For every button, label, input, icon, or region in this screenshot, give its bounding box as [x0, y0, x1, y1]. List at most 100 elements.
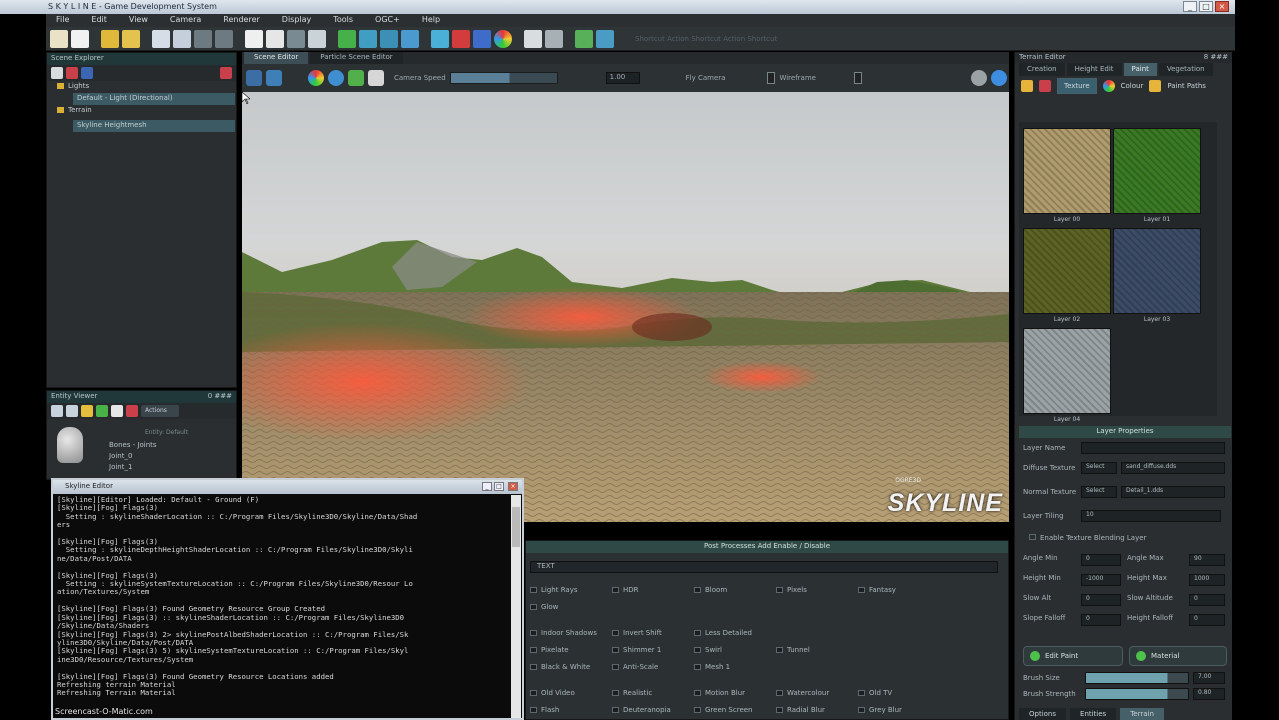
diffuse-select-button[interactable]: Select — [1081, 462, 1117, 474]
layer-name-input[interactable] — [1081, 442, 1225, 454]
option-checkbox[interactable] — [530, 707, 537, 713]
field-input[interactable]: 0 — [1081, 594, 1121, 606]
globe-icon[interactable] — [328, 70, 344, 86]
load-entity-icon[interactable] — [66, 405, 78, 417]
grid-icon[interactable] — [246, 70, 262, 86]
3d-viewport[interactable]: OGRE3D SKYLINE — [242, 92, 1009, 522]
option-checkbox[interactable] — [858, 707, 865, 713]
option-checkbox[interactable] — [530, 690, 537, 696]
menu-file[interactable]: File — [56, 15, 69, 27]
brush-size-input[interactable]: 7.00 — [1193, 672, 1225, 684]
option-checkbox[interactable] — [612, 690, 619, 696]
option-checkbox[interactable] — [694, 707, 701, 713]
document-icon[interactable] — [111, 405, 123, 417]
option-tunnel[interactable]: Tunnel — [776, 643, 858, 657]
brush-size-slider[interactable] — [1085, 672, 1189, 684]
scrollbar-thumb[interactable] — [512, 507, 520, 547]
option-pixels[interactable]: Pixels — [776, 583, 858, 597]
option-checkbox[interactable] — [776, 587, 783, 593]
texture-field[interactable]: TEXT — [530, 561, 998, 573]
menu-edit[interactable]: Edit — [91, 15, 107, 27]
color-icon[interactable] — [308, 70, 324, 86]
wireframe-checkbox[interactable] — [853, 72, 862, 84]
render-icon[interactable] — [452, 29, 470, 48]
option-radial-blur[interactable]: Radial Blur — [776, 703, 858, 717]
option-watercolour[interactable]: Watercolour — [776, 686, 858, 700]
tab-creation[interactable]: Creation — [1019, 63, 1065, 76]
minimize-button[interactable]: _ — [1183, 1, 1197, 12]
add-icon[interactable] — [991, 70, 1007, 86]
fly-camera-checkbox[interactable] — [767, 72, 776, 84]
actions-button[interactable]: Actions — [141, 405, 179, 417]
option-less-detailed[interactable]: Less Detailed — [694, 626, 776, 640]
option-pixelate[interactable]: Pixelate — [530, 643, 612, 657]
align-icon[interactable] — [401, 29, 419, 48]
option-invert-shift[interactable]: Invert Shift — [612, 626, 694, 640]
tiling-select[interactable]: 10 — [1081, 510, 1221, 522]
field-input[interactable]: 0 — [1081, 554, 1121, 566]
console-close-button[interactable]: × — [508, 482, 518, 491]
field-input[interactable]: 90 — [1189, 554, 1225, 566]
field-input[interactable]: -1000 — [1081, 574, 1121, 586]
option-hdr[interactable]: HDR — [612, 583, 694, 597]
tab-vegetation[interactable]: Vegetation — [1158, 63, 1213, 76]
texture-swatch[interactable] — [1023, 328, 1111, 414]
option-indoor-shadows[interactable]: Indoor Shadows — [530, 626, 612, 640]
brush-icon[interactable] — [1021, 80, 1033, 92]
export-icon[interactable] — [575, 29, 593, 48]
option-checkbox[interactable] — [776, 647, 783, 653]
option-bloom[interactable]: Bloom — [694, 583, 776, 597]
remove-entity-icon[interactable] — [126, 405, 138, 417]
open-icon[interactable] — [122, 29, 140, 48]
menu-tools[interactable]: Tools — [333, 15, 353, 27]
diffuse-texture-field[interactable]: sand_diffuse.dds — [1121, 462, 1225, 474]
console-maximize-button[interactable]: □ — [494, 482, 504, 491]
copy-icon[interactable] — [245, 29, 263, 48]
normal-select-button[interactable]: Select — [1081, 486, 1117, 498]
tab-height-edit[interactable]: Height Edit — [1066, 63, 1122, 76]
console-minimize-button[interactable]: _ — [482, 482, 492, 491]
redo-icon[interactable] — [215, 29, 233, 48]
close-button[interactable]: × — [1215, 1, 1229, 12]
option-anti-scale[interactable]: Anti-Scale — [612, 660, 694, 674]
material-button[interactable]: Material — [1129, 646, 1227, 666]
option-swirl[interactable]: Swirl — [694, 643, 776, 657]
option-checkbox[interactable] — [776, 690, 783, 696]
edit-paint-button[interactable]: Edit Paint — [1023, 646, 1123, 666]
fullscreen-icon[interactable] — [266, 70, 282, 86]
brush-strength-input[interactable]: 0.80 — [1193, 688, 1225, 700]
bone-item[interactable]: Bones - Joints — [103, 441, 229, 452]
save-entity-icon[interactable] — [51, 405, 63, 417]
option-motion-blur[interactable]: Motion Blur — [694, 686, 776, 700]
option-checkbox[interactable] — [776, 707, 783, 713]
option-mesh-1[interactable]: Mesh 1 — [694, 660, 776, 674]
snap-icon[interactable] — [380, 29, 398, 48]
menu-renderer[interactable]: Renderer — [223, 15, 260, 27]
tab-scene-editor[interactable]: Scene Editor — [244, 52, 309, 64]
option-old-video[interactable]: Old Video — [530, 686, 612, 700]
option-checkbox[interactable] — [858, 690, 865, 696]
open-folder-icon[interactable] — [101, 29, 119, 48]
option-flash[interactable]: Flash — [530, 703, 612, 717]
option-checkbox[interactable] — [612, 647, 619, 653]
texture-swatch[interactable] — [1023, 228, 1111, 314]
add-entity-icon[interactable] — [96, 405, 108, 417]
publish-icon[interactable] — [596, 29, 614, 48]
tree-item-heightmesh[interactable]: Skyline Heightmesh — [73, 120, 235, 132]
paint-paths-button[interactable]: Paint Paths — [1167, 82, 1206, 90]
move-icon[interactable] — [308, 29, 326, 48]
option-checkbox[interactable] — [694, 647, 701, 653]
option-checkbox[interactable] — [530, 587, 537, 593]
colour-button[interactable]: Colour — [1121, 82, 1144, 90]
option-green-screen[interactable]: Green Screen — [694, 703, 776, 717]
tree-item-default-light[interactable]: Default - Light (Directional) — [73, 93, 235, 105]
option-checkbox[interactable] — [858, 587, 865, 593]
normal-texture-field[interactable]: Detail_1.dds — [1121, 486, 1225, 498]
scale-icon[interactable] — [359, 29, 377, 48]
enable-blending-checkbox[interactable] — [1029, 534, 1036, 540]
console-scrollbar[interactable] — [511, 495, 521, 718]
terrain-icon[interactable] — [348, 70, 364, 86]
folder-icon[interactable] — [81, 405, 93, 417]
option-checkbox[interactable] — [612, 587, 619, 593]
undo-icon[interactable] — [194, 29, 212, 48]
